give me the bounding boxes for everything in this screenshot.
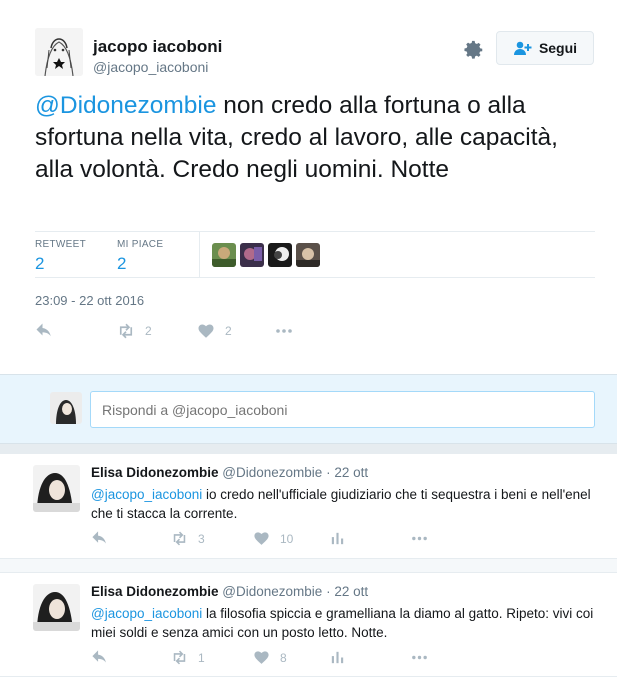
reply-mention-link[interactable]: @jacopo_iacoboni xyxy=(91,606,202,621)
retweet-stat[interactable]: RETWEET 2 xyxy=(35,239,86,274)
like-count: 2 xyxy=(225,324,232,338)
liker-avatar[interactable] xyxy=(212,243,236,267)
more-button[interactable] xyxy=(275,322,293,340)
tweet-text: @Didonezombie non credo alla fortuna o a… xyxy=(35,90,590,186)
reply-text: @jacopo_iacoboni la filosofia spiccia e … xyxy=(91,604,601,642)
heart-icon xyxy=(254,532,269,545)
heart-icon xyxy=(198,324,214,338)
retweet-count: 2 xyxy=(145,324,152,338)
reply-header: Elisa Didonezombie @Didonezombie · 22 ot… xyxy=(91,465,368,480)
author-handle[interactable]: @jacopo_iacoboni xyxy=(93,59,208,75)
section-divider xyxy=(0,444,617,454)
reply-author-name[interactable]: Elisa Didonezombie xyxy=(91,465,219,480)
retweet-stat-label: RETWEET xyxy=(35,239,86,250)
add-user-icon xyxy=(513,41,532,55)
tweet-mention-link[interactable]: @Didonezombie xyxy=(35,92,217,119)
more-icon xyxy=(412,655,427,660)
reply-button[interactable] xyxy=(91,530,108,547)
tweet-stats: RETWEET 2 MI PIACE 2 xyxy=(35,231,595,278)
likes-stat-count: 2 xyxy=(117,254,127,273)
author-avatar[interactable] xyxy=(35,28,83,76)
reply-author-name[interactable]: Elisa Didonezombie xyxy=(91,584,219,599)
retweet-button[interactable]: 3 xyxy=(171,530,205,547)
reply-tweet[interactable]: Elisa Didonezombie @Didonezombie · 22 ot… xyxy=(0,572,617,677)
reply-mention-link[interactable]: @jacopo_iacoboni xyxy=(91,487,202,502)
reply-text: @jacopo_iacoboni io credo nell'ufficiale… xyxy=(91,485,601,523)
more-icon xyxy=(412,536,427,541)
like-button[interactable]: 10 xyxy=(253,530,293,547)
like-count: 8 xyxy=(280,650,287,665)
reply-button[interactable] xyxy=(91,649,108,666)
reply-button[interactable] xyxy=(35,322,53,340)
like-button[interactable]: 8 xyxy=(253,649,287,666)
retweet-count: 1 xyxy=(198,650,205,665)
reply-icon xyxy=(36,323,51,337)
reply-icon xyxy=(92,531,106,544)
follow-label: Segui xyxy=(538,40,578,56)
tweet-actions: 2 2 xyxy=(35,322,335,344)
gear-icon[interactable] xyxy=(463,39,485,61)
reply-author-avatar[interactable] xyxy=(33,465,80,512)
heart-icon xyxy=(254,651,269,664)
analytics-icon xyxy=(331,532,344,545)
reply-author-handle[interactable]: @Didonezombie xyxy=(222,584,322,599)
reply-author-handle[interactable]: @Didonezombie xyxy=(222,465,322,480)
tweet-timestamp[interactable]: 23:09 - 22 ott 2016 xyxy=(35,293,144,308)
retweet-icon xyxy=(119,323,133,339)
retweet-icon xyxy=(173,531,186,546)
analytics-button[interactable] xyxy=(329,530,346,547)
likes-stat[interactable]: MI PIACE 2 xyxy=(117,239,163,274)
reply-composer xyxy=(0,374,617,444)
more-button[interactable] xyxy=(411,649,428,666)
reply-separator xyxy=(0,559,617,572)
retweet-icon xyxy=(173,650,186,665)
reply-header: Elisa Didonezombie @Didonezombie · 22 ot… xyxy=(91,584,368,599)
author-name[interactable]: jacopo iacoboni xyxy=(93,37,222,57)
like-button[interactable]: 2 xyxy=(197,322,232,340)
current-user-avatar xyxy=(50,392,82,424)
follow-button[interactable]: Segui xyxy=(496,31,594,65)
retweet-button[interactable]: 1 xyxy=(171,649,205,666)
liker-avatar[interactable] xyxy=(240,243,264,267)
more-icon xyxy=(276,329,292,333)
reply-actions: 1 8 xyxy=(91,649,491,669)
main-tweet: jacopo iacoboni @jacopo_iacoboni Segui @… xyxy=(0,0,617,374)
likes-stat-label: MI PIACE xyxy=(117,239,164,250)
retweet-count: 3 xyxy=(198,531,205,546)
stats-divider xyxy=(199,232,200,278)
reply-time[interactable]: · 22 ott xyxy=(326,465,368,480)
retweet-stat-count: 2 xyxy=(35,254,45,273)
reply-author-avatar[interactable] xyxy=(33,584,80,631)
reply-time[interactable]: · 22 ott xyxy=(326,584,368,599)
more-button[interactable] xyxy=(411,530,428,547)
reply-tweet[interactable]: Elisa Didonezombie @Didonezombie · 22 ot… xyxy=(0,454,617,559)
reply-input[interactable] xyxy=(90,391,595,428)
analytics-button[interactable] xyxy=(329,649,346,666)
analytics-icon xyxy=(331,651,344,664)
retweet-button[interactable]: 2 xyxy=(117,322,152,340)
liker-avatar[interactable] xyxy=(296,243,320,267)
like-count: 10 xyxy=(280,531,294,546)
reply-icon xyxy=(92,650,106,663)
reply-actions: 3 10 xyxy=(91,530,491,550)
likers-avatars xyxy=(212,243,320,267)
liker-avatar[interactable] xyxy=(268,243,292,267)
